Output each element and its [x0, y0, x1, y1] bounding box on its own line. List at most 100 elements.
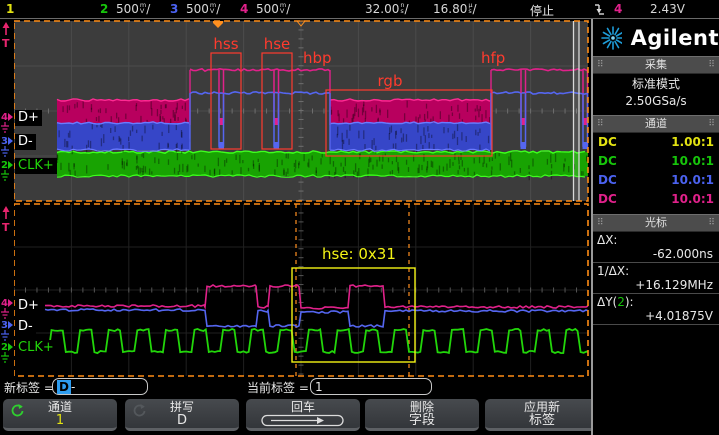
svg-text:2: 2: [1, 342, 8, 353]
rotate-knob-icon: [10, 403, 24, 417]
channel-4-ground-marker[interactable]: 4: [0, 110, 14, 134]
sidebar: Agilent ⠿ 采集 ⠿ 标准模式 2.50GSa/s ⠿ 通道 ⠿ DC1…: [591, 19, 719, 435]
run-state: 停止: [530, 2, 554, 19]
acquisition-title: 采集: [645, 58, 667, 71]
measurement-value: +16.129MHz: [593, 278, 719, 294]
measurement-label: ΔX:: [593, 232, 719, 247]
channel-coupling-row: DC10.0:1: [593, 152, 719, 171]
trigger-level-marker[interactable]: T: [0, 205, 13, 233]
zoom-plot: hse: 0x31: [0, 203, 590, 377]
channel-label-dminus: D-: [15, 134, 36, 150]
brand-name: Agilent: [631, 26, 719, 50]
svg-text:3: 3: [1, 136, 8, 147]
channel-4-ground-marker[interactable]: 4: [0, 296, 14, 320]
softkey-4[interactable]: 删除字段: [365, 399, 479, 431]
main-sweep-gutter: T 4 3 2: [0, 19, 14, 203]
channel-label-dplus: D+: [15, 298, 42, 314]
main-sweep-plot: hsshsehbprgbhfp: [0, 19, 590, 203]
grip-icon: ⠿: [708, 119, 715, 129]
probe-ratio: 10.0:1: [671, 190, 714, 209]
softkey-label: 回车: [246, 401, 360, 414]
svg-text:4: 4: [1, 298, 8, 309]
cursor-measurements: ΔX:-62.000ns1/ΔX:+16.129MHzΔY(2):+4.0187…: [593, 232, 719, 325]
channel-label-clk: CLK+: [15, 158, 57, 174]
probe-ratio: 10.0:1: [671, 152, 714, 171]
channel-3-indicator[interactable]: 3: [170, 2, 178, 16]
main-sweep-window: hsshsehbprgbhfp T432 D+ D- CLK+: [0, 19, 590, 203]
enter-icon: [261, 414, 345, 427]
channel-3-ground-marker[interactable]: 3: [0, 134, 14, 158]
rotate-knob-icon: [132, 403, 146, 417]
annotation-label-hss: hss: [213, 35, 238, 53]
channel-label-dplus: D+: [15, 110, 42, 126]
channel-2-indicator[interactable]: 2: [100, 2, 108, 16]
grip-icon: ⠿: [708, 60, 715, 70]
probe-ratio: 1.00:1: [671, 133, 714, 152]
channel-3-scale[interactable]: 500mV/: [186, 2, 220, 16]
measurement-value: +4.01875V: [593, 309, 719, 325]
section-header-acquisition: ⠿ 采集 ⠿: [593, 56, 719, 74]
coupling-value: DC: [598, 133, 617, 152]
timebase-main[interactable]: 16.80µs/: [433, 2, 477, 16]
annotation-label-hfp: hfp: [481, 49, 505, 67]
channel-1-indicator[interactable]: 1: [6, 2, 14, 16]
svg-text:3: 3: [1, 320, 8, 331]
channel-2-ground-marker[interactable]: 2: [0, 158, 14, 182]
trigger-level: 2.43V: [650, 2, 685, 16]
current-label-value: 1: [315, 380, 323, 394]
softkey-value: 标签: [485, 414, 599, 428]
channel-coupling-row: DC 1.00:1: [593, 133, 719, 152]
unit-label: mV: [280, 3, 286, 14]
probe-ratio: 10.0:1: [671, 171, 714, 190]
channel-2-scale[interactable]: 500mV/: [116, 2, 150, 16]
unit-label: mV: [210, 3, 216, 14]
channel-coupling-row: DC 10.0:1: [593, 171, 719, 190]
grip-icon: ⠿: [597, 218, 604, 228]
channel-coupling-row: DC 10.0:1: [593, 190, 719, 209]
channel-label-clk: CLK+: [15, 340, 57, 356]
text-cursor[interactable]: D: [57, 380, 71, 394]
coupling-value: DC: [598, 171, 617, 190]
trigger-level-marker[interactable]: T: [0, 21, 13, 49]
acquisition-mode: 标准模式: [593, 76, 719, 93]
annotation-label-hse: hse: [264, 35, 291, 53]
softkey-1[interactable]: 通道1: [3, 399, 117, 431]
grip-icon: ⠿: [708, 218, 715, 228]
new-label-rest: -: [71, 380, 75, 394]
grip-icon: ⠿: [597, 119, 604, 129]
status-bar: 1 2 500mV/3 500mV/4 500mV/32.00ns/16.80µs/停止…: [0, 0, 719, 19]
measurement-label: 1/ΔX:: [593, 263, 719, 278]
unit-label: mV: [140, 3, 146, 14]
annotation-label-hse-value: hse: 0x31: [322, 245, 396, 263]
channel-3-ground-marker[interactable]: 3: [0, 318, 14, 342]
svg-text:T: T: [2, 221, 10, 233]
label-edit-bar: 新标签 = D- 当前标签 = 1: [0, 377, 590, 396]
zoom-window: hse: 0x31 T 4 3 2 D+ D- CLK+: [0, 203, 590, 377]
trigger-edge-icon: [594, 2, 605, 19]
timebase-zoom[interactable]: 32.00ns/: [365, 2, 409, 16]
cursors-title: 光标: [645, 216, 667, 229]
channel-2-ground-marker[interactable]: 2: [0, 340, 14, 364]
new-label-input[interactable]: D-: [52, 378, 148, 395]
unit-label: ns: [400, 3, 404, 14]
svg-text:T: T: [2, 37, 10, 49]
section-header-cursors: ⠿ 光标 ⠿: [593, 214, 719, 232]
current-label-caption: 当前标签 =: [247, 379, 309, 396]
softkey-3[interactable]: 回车: [246, 399, 360, 431]
channels-title: 通道: [645, 117, 667, 130]
trigger-source: 4: [614, 2, 622, 16]
current-label-input[interactable]: 1: [310, 378, 432, 395]
channel-label-dminus: D-: [15, 319, 36, 335]
coupling-value: DC: [598, 190, 617, 209]
new-label-caption: 新标签 =: [4, 379, 54, 396]
channel-coupling-list: DC1.00:1DC10.0:1DC10.0:1DC10.0:1: [593, 133, 719, 209]
zoom-gutter: T 4 3 2: [0, 203, 14, 377]
channel-4-scale[interactable]: 500mV/: [256, 2, 290, 16]
unit-label: µs: [468, 3, 472, 14]
softkey-2[interactable]: 拼写D: [125, 399, 239, 431]
softkey-5[interactable]: 应用新标签: [485, 399, 599, 431]
brand-row: Agilent: [593, 19, 719, 56]
agilent-logo-icon: [599, 24, 622, 52]
svg-text:4: 4: [1, 112, 8, 123]
channel-4-indicator[interactable]: 4: [240, 2, 248, 16]
